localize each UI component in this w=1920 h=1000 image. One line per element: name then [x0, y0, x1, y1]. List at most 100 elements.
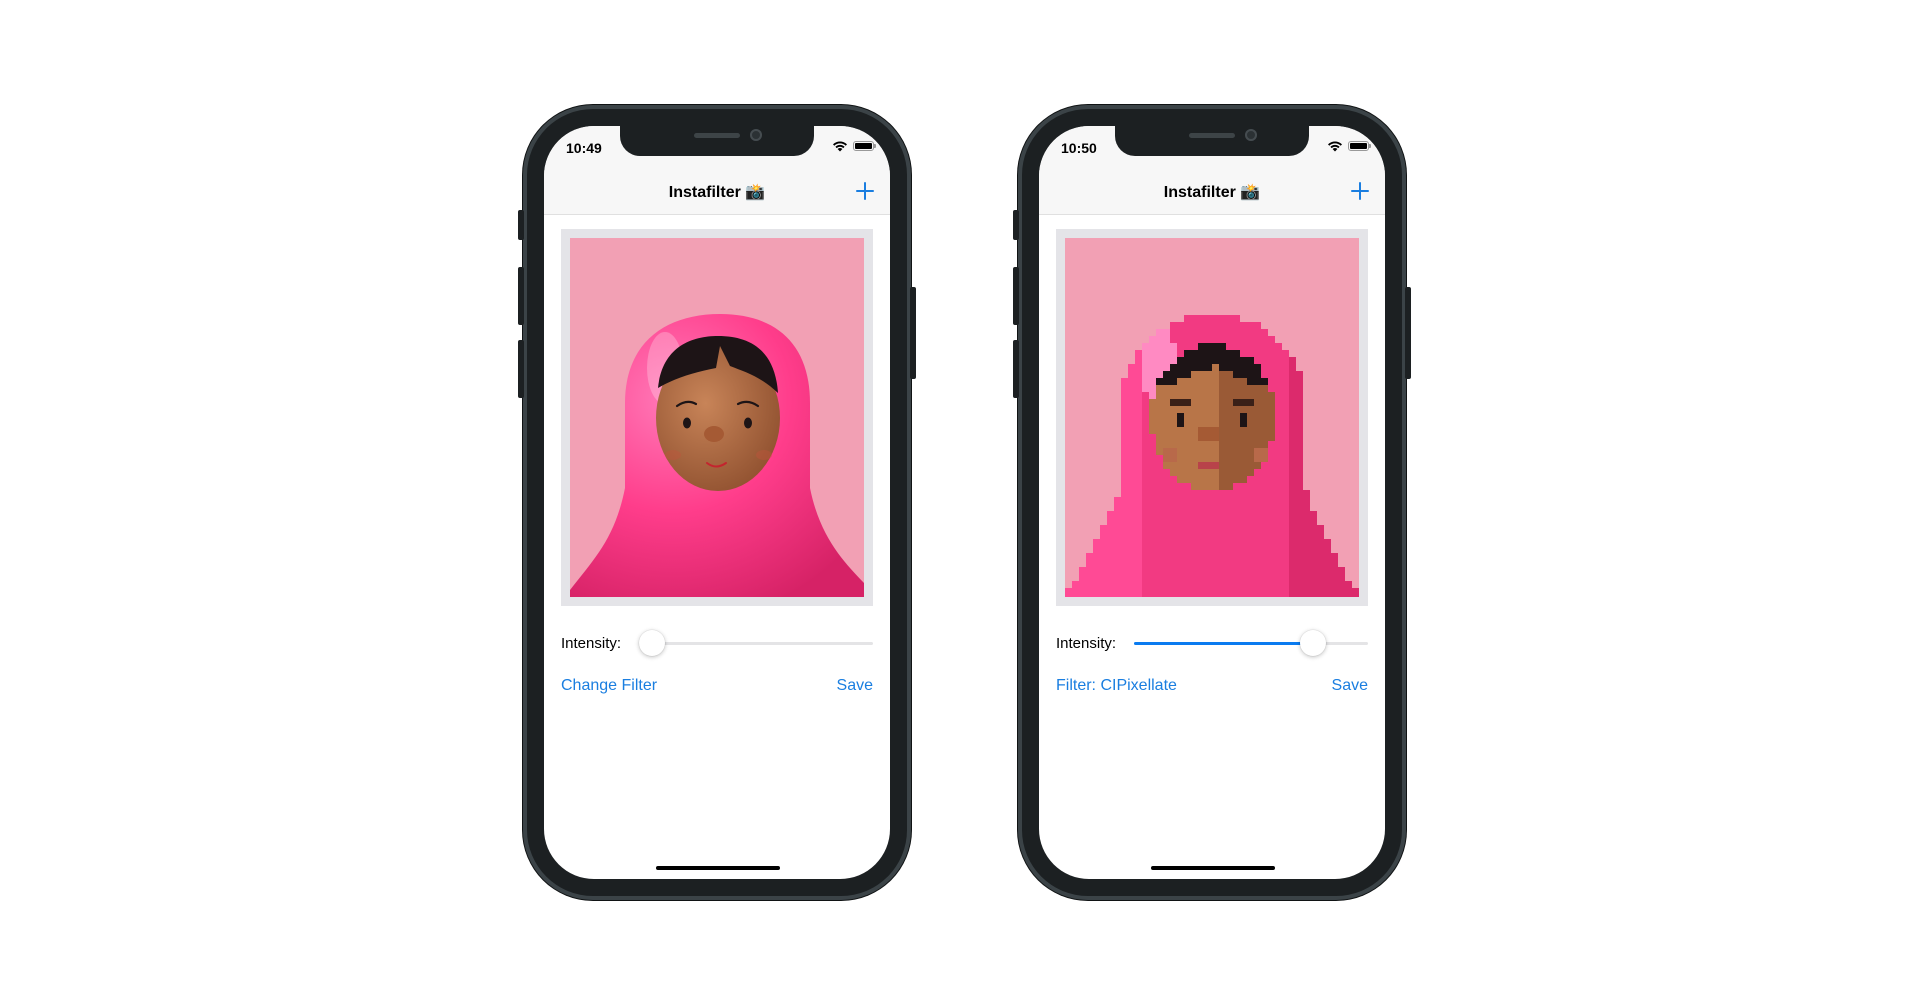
home-indicator[interactable]: [1151, 866, 1275, 870]
pixel-block: [1261, 574, 1268, 581]
pixel-block: [1177, 532, 1184, 539]
pixel-block: [1282, 469, 1289, 476]
pixel-block: [1163, 546, 1170, 553]
intensity-row: Intensity:: [561, 628, 873, 658]
pixel-block: [1163, 427, 1170, 434]
intensity-slider[interactable]: [639, 628, 873, 658]
pixel-block: [1191, 532, 1198, 539]
add-button[interactable]: [852, 178, 878, 204]
pixel-block: [1198, 399, 1205, 406]
pixel-block: [1282, 406, 1289, 413]
pixel-block: [1296, 532, 1303, 539]
pixel-block: [1135, 546, 1142, 553]
pixel-block: [1142, 434, 1149, 441]
plus-icon: [856, 182, 874, 200]
pixel-block: [1289, 497, 1296, 504]
pixel-block: [1226, 441, 1233, 448]
pixel-block: [1142, 574, 1149, 581]
pixel-block: [1170, 350, 1177, 357]
pixel-block: [1142, 427, 1149, 434]
add-button[interactable]: [1347, 178, 1373, 204]
pixel-block: [1163, 455, 1170, 462]
pixel-block: [1184, 490, 1191, 497]
pixel-block: [1289, 490, 1296, 497]
pixel-block: [1149, 532, 1156, 539]
pixel-block: [1254, 350, 1261, 357]
pixel-block: [1247, 469, 1254, 476]
pixel-block: [1170, 322, 1177, 329]
pixel-block: [1205, 434, 1212, 441]
pixel-block: [1135, 581, 1142, 588]
slider-thumb[interactable]: [639, 630, 665, 656]
pixel-block: [1205, 532, 1212, 539]
image-frame[interactable]: [1056, 229, 1368, 606]
pixel-block: [1198, 427, 1205, 434]
pixel-block: [1205, 441, 1212, 448]
pixel-block: [1268, 567, 1275, 574]
pixel-block: [1317, 532, 1324, 539]
pixel-block: [1121, 581, 1128, 588]
image-frame[interactable]: [561, 229, 873, 606]
pixel-block: [1149, 448, 1156, 455]
save-button[interactable]: Save: [837, 677, 873, 695]
pixel-block: [1226, 532, 1233, 539]
pixel-block: [1247, 546, 1254, 553]
pixel-block: [1135, 518, 1142, 525]
pixel-block: [1233, 553, 1240, 560]
pixel-block: [1184, 448, 1191, 455]
pixel-block: [1268, 336, 1275, 343]
pixel-block: [1107, 518, 1114, 525]
pixel-block: [1107, 546, 1114, 553]
speaker-grille: [694, 133, 740, 138]
pixel-block: [1135, 427, 1142, 434]
pixel-block: [1128, 385, 1135, 392]
pixel-block: [1212, 560, 1219, 567]
pixel-block: [1142, 413, 1149, 420]
pixel-block: [1261, 448, 1268, 455]
pixel-block: [1170, 434, 1177, 441]
pixel-block: [1198, 532, 1205, 539]
pixel-block: [1261, 511, 1268, 518]
pixel-block: [1261, 539, 1268, 546]
pixel-block: [1331, 581, 1338, 588]
save-button[interactable]: Save: [1332, 677, 1368, 695]
pixel-block: [1261, 476, 1268, 483]
pixel-block: [1261, 567, 1268, 574]
pixel-block: [1107, 574, 1114, 581]
pixel-block: [1275, 427, 1282, 434]
pixel-block: [1324, 560, 1331, 567]
pixel-block: [1247, 343, 1254, 350]
pixel-block: [1275, 413, 1282, 420]
pixel-block: [1226, 350, 1233, 357]
pixel-block: [1177, 497, 1184, 504]
change-filter-button[interactable]: Filter: CIPixellate: [1056, 677, 1177, 695]
slider-thumb[interactable]: [1300, 630, 1327, 656]
pixel-block: [1163, 476, 1170, 483]
pixel-block: [1149, 364, 1156, 371]
intensity-slider[interactable]: [1134, 628, 1368, 658]
home-indicator[interactable]: [656, 866, 780, 870]
pixel-block: [1191, 427, 1198, 434]
pixel-block: [1247, 434, 1254, 441]
pixel-block: [1261, 560, 1268, 567]
pixel-block: [1233, 588, 1240, 595]
pixel-block: [1296, 406, 1303, 413]
pixel-block: [1093, 539, 1100, 546]
pixel-block: [1268, 427, 1275, 434]
pixel-block: [1156, 560, 1163, 567]
pixel-block: [1233, 567, 1240, 574]
pixel-block: [1149, 413, 1156, 420]
pixel-block: [1212, 574, 1219, 581]
pixel-block: [1212, 448, 1219, 455]
pixel-block: [1233, 462, 1240, 469]
pixel-block: [1205, 518, 1212, 525]
pixel-block: [1177, 427, 1184, 434]
pixel-block: [1240, 553, 1247, 560]
pixel-block: [1310, 546, 1317, 553]
pixel-block: [1170, 497, 1177, 504]
change-filter-button[interactable]: Change Filter: [561, 677, 657, 695]
pixel-block: [1205, 322, 1212, 329]
pixel-block: [1289, 560, 1296, 567]
pixel-block: [1247, 441, 1254, 448]
pixel-block: [1275, 581, 1282, 588]
